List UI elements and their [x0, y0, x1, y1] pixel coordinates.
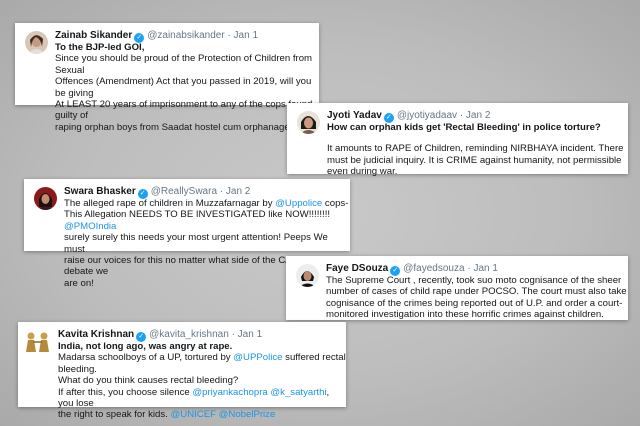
tweet-line: surely surely this needs your most urgen… — [64, 232, 328, 255]
author-handle[interactable]: @fayedsouza — [403, 263, 464, 274]
tweet-card-zainab: Zainab Sikander ✓ @zainabsikander · Jan 1 … — [15, 23, 319, 133]
mention-link[interactable]: @k_satyarthi — [270, 387, 326, 398]
author-name[interactable]: Jyoti Yadav — [327, 110, 382, 121]
tweet-date[interactable]: · Jan 1 — [232, 329, 263, 340]
tweet-line: If after this, you choose silence @priya… — [58, 386, 330, 410]
tweet-line: It amounts to RAPE of Children, remindin… — [327, 143, 624, 155]
tweet-card-faye: Faye DSouza ✓ @fayedsouza · Jan 1 The Supr… — [286, 256, 628, 320]
mention-link[interactable]: @Uppolice — [275, 198, 322, 209]
tweet-line: At LEAST 20 years of imprisonment to any… — [55, 99, 313, 122]
tweet-text: To the BJP-led GOI, Since you should be … — [55, 42, 319, 133]
author-name[interactable]: Zainab Sikander — [55, 30, 132, 41]
tweet-line: The Supreme Court , recently, took suo m… — [326, 275, 622, 286]
tweet-line: must be judicial inquiry. It is CRIME ag… — [327, 154, 622, 166]
avatar[interactable] — [34, 187, 57, 210]
tweet-line: Madarsa schoolboys of a UP, tortured by … — [58, 352, 346, 364]
mention-link[interactable]: @UPPolice — [233, 352, 282, 363]
tweet-line — [327, 133, 623, 143]
tweet-card-kavita: Kavita Krishnan ✓ @kavita_krishnan · Jan 1… — [18, 322, 346, 420]
tweet-line: the right to speak for kids. @UNICEF @No… — [58, 409, 276, 421]
author-name[interactable]: Swara Bhasker — [64, 186, 136, 197]
tweet-text: How can orphan kids get 'Rectal Bleeding… — [327, 122, 623, 178]
author-name[interactable]: Kavita Krishnan — [58, 329, 134, 340]
tweet-line: This Allegation NEEDS TO BE INVESTIGATED… — [64, 209, 331, 232]
tweet-line: The alleged rape of children in Muzzafar… — [64, 198, 349, 209]
tweet-line: Offences (Amendment) Act that you passed… — [55, 76, 312, 99]
tweet-date[interactable]: · Jan 1 — [227, 30, 258, 41]
tweet-card-jyoti: Jyoti Yadav ✓ @jyotiyadaav · Jan 2 How can… — [287, 103, 628, 177]
tweet-line: Since you should be proud of the Protect… — [55, 53, 313, 76]
author-handle[interactable]: @jyotiyadaav — [397, 110, 457, 121]
tweet-date[interactable]: · Jan 1 — [467, 263, 498, 274]
author-handle[interactable]: @kavita_krishnan — [149, 329, 229, 340]
tweet-card-swara: Swara Bhasker ✓ @ReallySwara · Jan 2 The a… — [24, 179, 350, 289]
avatar[interactable] — [296, 264, 319, 287]
mention-link[interactable]: @UNICEF — [171, 409, 216, 420]
tweet-line: How can orphan kids get 'Rectal Bleeding… — [327, 122, 601, 133]
tweet-line: even during war. — [327, 166, 398, 178]
tweet-line: bleeding. — [58, 363, 97, 375]
tweet-text: The Supreme Court , recently, took suo m… — [326, 275, 627, 321]
tweet-line: What do you think causes rectal bleeding… — [58, 375, 239, 387]
mention-link[interactable]: @priyankachopra — [192, 387, 267, 398]
tweet-line: India, not long ago, was angry at rape. — [58, 341, 233, 352]
tweet-line: raping orphan boys from Saadat hostel cu… — [55, 121, 295, 133]
tweet-line: cognisance of the crimes being reported … — [326, 297, 623, 309]
author-handle[interactable]: @zainabsikander — [147, 30, 224, 41]
tweet-line: To the BJP-led GOI, — [55, 42, 145, 53]
mention-link[interactable]: @NobelPrize — [219, 409, 276, 420]
tweet-date[interactable]: · Jan 2 — [460, 110, 491, 121]
author-name[interactable]: Faye DSouza — [326, 263, 388, 274]
avatar[interactable] — [297, 111, 320, 134]
tweet-date[interactable]: · Jan 2 — [220, 186, 251, 197]
tweet-line: monitored investigation into these horri… — [326, 309, 604, 321]
tweet-text: India, not long ago, was angry at rape. … — [58, 341, 346, 421]
avatar[interactable] — [24, 330, 52, 352]
author-handle[interactable]: @ReallySwara — [151, 186, 217, 197]
avatar[interactable] — [25, 31, 48, 54]
mention-link[interactable]: @PMOIndia — [64, 221, 116, 232]
tweet-line: number of cases of child rape under POCS… — [326, 286, 627, 298]
